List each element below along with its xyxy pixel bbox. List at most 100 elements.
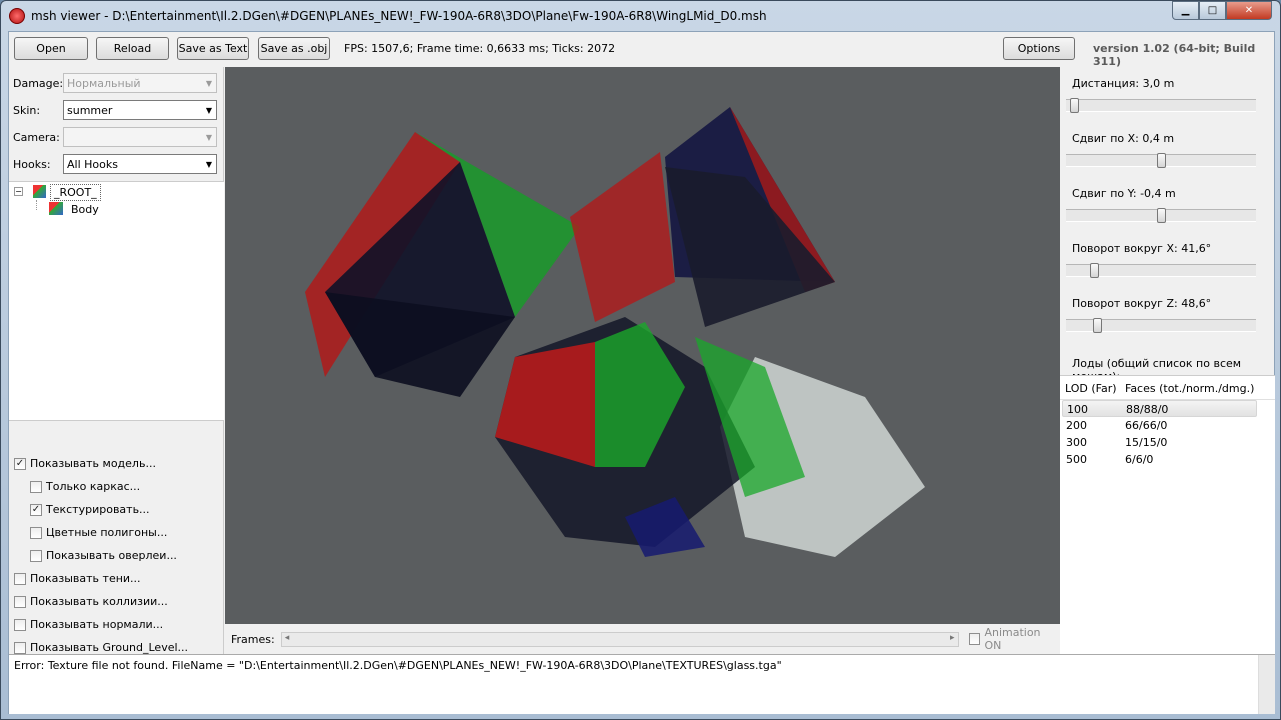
checkbox-item[interactable]: Только каркас...: [30, 480, 140, 493]
right-panel: Дистанция: 3,0 m Сдвиг по X: 0,4 m Сдвиг п…: [1060, 67, 1275, 654]
options-button[interactable]: Options: [1003, 37, 1075, 60]
checkbox-item[interactable]: Показывать Ground_Level...: [14, 641, 188, 654]
checkbox-label: Показывать коллизии...: [30, 595, 168, 608]
client-area: Open Reload Save as Text Save as .obj FP…: [8, 31, 1275, 714]
log-text: Error: Texture file not found. FileName …: [14, 659, 782, 672]
scroll-right-icon[interactable]: ▸: [950, 633, 955, 646]
animation-checkbox[interactable]: [968, 633, 981, 645]
lod-far: 200: [1066, 419, 1087, 432]
checkbox-item[interactable]: Показывать коллизии...: [14, 595, 168, 608]
damage-select[interactable]: Нормальный ▼: [63, 73, 217, 93]
tree-item-root[interactable]: _ROOT_: [50, 184, 101, 201]
checkbox-item[interactable]: ✓ Текстурировать...: [30, 503, 150, 516]
checkbox-label: Показывать нормали...: [30, 618, 164, 631]
lod-row[interactable]: 200 66/66/0: [1062, 417, 1257, 434]
checkbox[interactable]: [30, 480, 42, 493]
frames-scrollbar[interactable]: ◂ ▸: [280, 631, 959, 647]
checkbox-label: Текстурировать...: [46, 503, 150, 516]
hierarchy-tree: − _ROOT_ Body: [9, 181, 224, 421]
slider-thumb[interactable]: [1093, 318, 1103, 333]
skin-label: Skin:: [13, 103, 41, 117]
slider-label: Поворот вокруг Z: 48,6°: [1072, 297, 1212, 310]
lods-header-faces[interactable]: Faces (tot./norm./dmg.): [1125, 382, 1254, 395]
chevron-down-icon: ▼: [205, 78, 213, 88]
checkbox[interactable]: [30, 549, 42, 562]
slider-track[interactable]: [1066, 208, 1256, 223]
slider-track[interactable]: [1066, 98, 1256, 113]
reload-button[interactable]: Reload: [96, 37, 169, 60]
left-panel: Damage: Нормальный ▼ Skin: summer ▼ Camera: ▼…: [9, 67, 224, 677]
chevron-down-icon: ▼: [205, 159, 213, 169]
checkbox-item[interactable]: Показывать нормали...: [14, 618, 163, 631]
checkbox[interactable]: [14, 641, 26, 654]
checkbox-item[interactable]: Цветные полигоны...: [30, 526, 167, 539]
lod-row[interactable]: 300 15/15/0: [1062, 434, 1257, 451]
minimize-button[interactable]: ▁: [1172, 1, 1199, 20]
hooks-label: Hooks:: [13, 157, 51, 171]
toolbar: Open Reload Save as Text Save as .obj FP…: [9, 32, 1274, 68]
lod-faces: 88/88/0: [1126, 403, 1169, 416]
frames-bar: Frames: ◂ ▸ Animation ON: [225, 624, 1060, 654]
camera-select[interactable]: ▼: [63, 127, 217, 147]
checkbox-label: Только каркас...: [46, 480, 141, 493]
close-button[interactable]: ✕: [1226, 1, 1272, 20]
version-label: version 1.02 (64-bit; Build 311): [1093, 42, 1256, 68]
checkbox[interactable]: [14, 595, 26, 608]
checkbox-label: Показывать тени...: [30, 572, 141, 585]
lod-faces: 6/6/0: [1125, 453, 1154, 466]
model-render: [305, 107, 925, 557]
log-scrollbar[interactable]: [1258, 655, 1275, 714]
maximize-button[interactable]: □: [1199, 1, 1226, 20]
chevron-down-icon: ▼: [205, 132, 213, 142]
lods-table: LOD (Far) Faces (tot./norm./dmg.) 100 88/…: [1060, 375, 1275, 654]
open-button[interactable]: Open: [14, 37, 88, 60]
checkbox-label: Показывать оверлеи...: [46, 549, 177, 562]
scroll-left-icon[interactable]: ◂: [285, 633, 290, 646]
skin-select[interactable]: summer ▼: [63, 100, 217, 120]
log-output[interactable]: Error: Texture file not found. FileName …: [9, 654, 1275, 714]
app-window: msh viewer - D:\Entertainment\Il.2.DGen\…: [0, 0, 1281, 720]
lod-faces: 66/66/0: [1125, 419, 1168, 432]
camera-label: Camera:: [13, 130, 60, 144]
app-icon: [9, 8, 25, 24]
slider-track[interactable]: [1066, 318, 1256, 333]
damage-value: Нормальный: [67, 76, 141, 90]
checkbox[interactable]: ✓: [30, 503, 42, 516]
lod-row[interactable]: 500 6/6/0: [1062, 451, 1257, 468]
damage-label: Damage:: [13, 76, 64, 90]
lods-header-lod[interactable]: LOD (Far): [1065, 382, 1117, 395]
checkbox[interactable]: ✓: [14, 457, 26, 470]
checkbox[interactable]: [14, 618, 26, 631]
hooks-select[interactable]: All Hooks ▼: [63, 154, 217, 174]
chevron-down-icon: ▼: [205, 105, 213, 115]
title-bar: msh viewer - D:\Entertainment\Il.2.DGen\…: [9, 7, 767, 25]
fps-stats: FPS: 1507,6; Frame time: 0,6633 ms; Tick…: [344, 42, 616, 55]
skin-value: summer: [67, 103, 113, 117]
slider-thumb[interactable]: [1156, 153, 1166, 168]
slider-label: Поворот вокруг X: 41,6°: [1072, 242, 1212, 255]
slider-thumb[interactable]: [1156, 208, 1166, 223]
lod-row[interactable]: 100 88/88/0: [1062, 400, 1257, 417]
checkbox-item[interactable]: ✓ Показывать модель...: [14, 457, 156, 470]
slider-thumb[interactable]: [1089, 263, 1099, 278]
save-as-obj-button[interactable]: Save as .obj: [258, 37, 330, 60]
tree-item-body[interactable]: Body: [71, 203, 99, 216]
lod-far: 300: [1066, 436, 1087, 449]
slider-track[interactable]: [1066, 263, 1256, 278]
slider-label: Дистанция: 3,0 m: [1072, 77, 1175, 90]
checkbox-label: Показывать Ground_Level...: [30, 641, 189, 654]
save-as-text-button[interactable]: Save as Text: [177, 37, 249, 60]
3d-viewport[interactable]: [225, 67, 1060, 624]
mesh-icon: [33, 185, 46, 198]
frames-label: Frames:: [231, 632, 275, 646]
slider-label: Сдвиг по Y: -0,4 m: [1072, 187, 1176, 200]
tree-expander[interactable]: −: [14, 187, 23, 196]
checkbox-item[interactable]: Показывать тени...: [14, 572, 141, 585]
checkbox[interactable]: [30, 526, 42, 539]
checkbox[interactable]: [14, 572, 26, 585]
checkbox-label: Цветные полигоны...: [46, 526, 168, 539]
checkbox-item[interactable]: Показывать оверлеи...: [30, 549, 177, 562]
animation-label: Animation ON: [984, 626, 1041, 652]
slider-track[interactable]: [1066, 153, 1256, 168]
slider-thumb[interactable]: [1069, 98, 1079, 113]
